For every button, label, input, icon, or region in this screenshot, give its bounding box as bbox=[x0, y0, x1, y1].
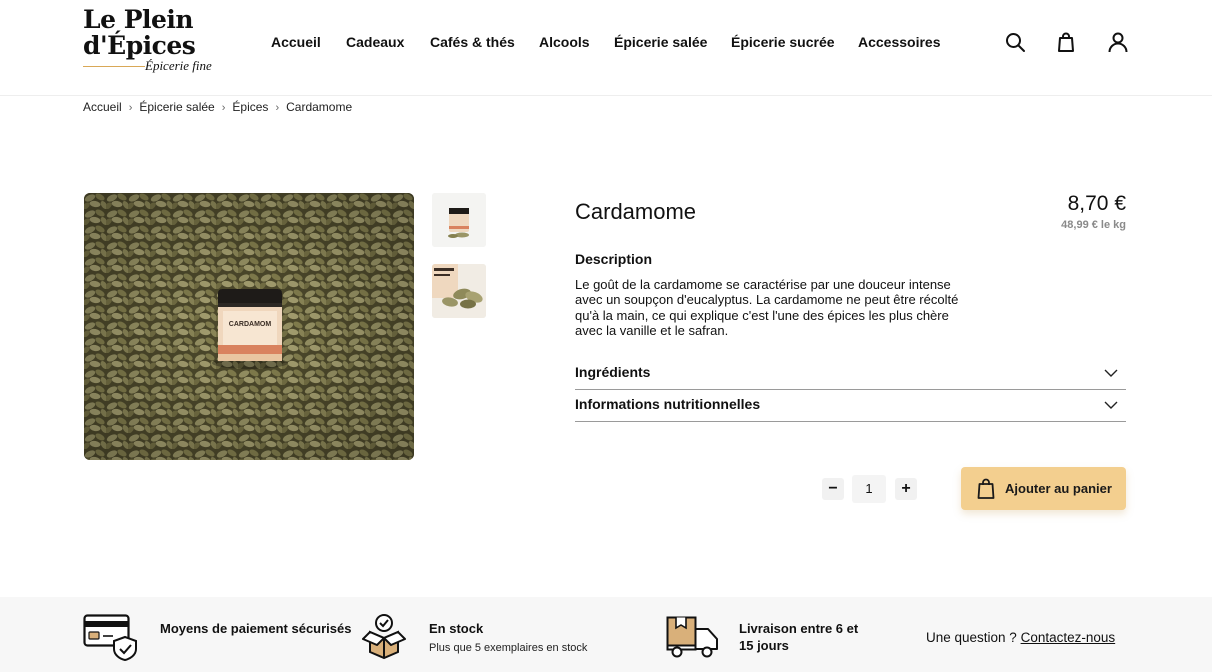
feature-stock-subtitle: Plus que 5 exemplaires en stock bbox=[429, 642, 588, 654]
add-to-cart-label: Ajouter au panier bbox=[1005, 481, 1112, 496]
chevron-down-icon bbox=[1104, 369, 1118, 377]
nav-item-epicerie-sucree[interactable]: Épicerie sucrée bbox=[731, 34, 835, 50]
search-icon[interactable] bbox=[1003, 30, 1027, 54]
contact-question: Une question ? bbox=[926, 630, 1017, 645]
shopping-bag-icon bbox=[977, 478, 995, 499]
breadcrumb-separator: › bbox=[221, 102, 226, 114]
contact-prompt: Une question ? Contactez-nous bbox=[926, 630, 1115, 645]
breadcrumb-item-accueil[interactable]: Accueil bbox=[83, 100, 122, 114]
accordion-ingredients[interactable]: Ingrédients bbox=[575, 358, 1126, 390]
jar-label: CARDAMOM bbox=[229, 321, 272, 328]
product-thumbnail-1[interactable] bbox=[432, 193, 486, 247]
brand-tagline: Épicerie fine bbox=[145, 58, 212, 73]
product-main-image[interactable]: CARDAMOM bbox=[84, 193, 414, 460]
breadcrumb: Accueil › Épicerie salée › Épices › Cardamome bbox=[83, 100, 352, 116]
jar-thumbnail-image bbox=[432, 193, 486, 247]
nav-item-alcools[interactable]: Alcools bbox=[539, 34, 590, 50]
contact-link[interactable]: Contactez-nous bbox=[1021, 630, 1116, 645]
accordion-nutrition[interactable]: Informations nutritionnelles bbox=[575, 390, 1126, 422]
shopping-bag-icon[interactable] bbox=[1054, 30, 1078, 54]
chevron-down-icon bbox=[1104, 401, 1118, 409]
pods-closeup-thumbnail-image bbox=[432, 264, 486, 318]
accordion-nutrition-label: Informations nutritionnelles bbox=[575, 396, 761, 412]
credit-card-shield-icon bbox=[83, 614, 137, 661]
cardamom-pods-image: CARDAMOM bbox=[84, 193, 414, 460]
quantity-increment-button[interactable]: + bbox=[895, 478, 917, 500]
accordion-ingredients-label: Ingrédients bbox=[575, 364, 651, 380]
product-price: 8,70 € bbox=[1067, 192, 1126, 215]
quantity-decrement-button[interactable]: − bbox=[822, 478, 844, 500]
feature-payment-title: Moyens de paiement sécurisés bbox=[160, 621, 352, 636]
product-thumbnail-2[interactable] bbox=[432, 264, 486, 318]
delivery-truck-icon bbox=[666, 616, 718, 658]
breadcrumb-item-epices[interactable]: Épices bbox=[232, 100, 268, 114]
description-heading: Description bbox=[575, 251, 653, 267]
breadcrumb-item-epicerie-salee[interactable]: Épicerie salée bbox=[139, 100, 214, 114]
nav-item-cadeaux[interactable]: Cadeaux bbox=[346, 34, 404, 50]
nav-item-accueil[interactable]: Accueil bbox=[271, 34, 321, 50]
product-title: Cardamome bbox=[575, 199, 697, 224]
breadcrumb-separator: › bbox=[128, 102, 133, 114]
nav-item-cafes-thes[interactable]: Cafés & thés bbox=[430, 34, 515, 50]
main-nav: Accueil Cadeaux Cafés & thés Alcools Épi… bbox=[0, 34, 1212, 54]
description-text: Le goût de la cardamome se caractérise p… bbox=[575, 277, 959, 338]
feature-stock-title: En stock bbox=[429, 621, 484, 636]
add-to-cart-button[interactable]: Ajouter au panier bbox=[961, 467, 1126, 510]
breadcrumb-separator: › bbox=[275, 102, 280, 114]
nav-item-accessoires[interactable]: Accessoires bbox=[858, 34, 941, 50]
price-per-kg: 48,99 € le kg bbox=[1061, 219, 1126, 231]
breadcrumb-item-current: Cardamome bbox=[286, 100, 353, 114]
quantity-input[interactable]: 1 bbox=[852, 475, 886, 503]
feature-delivery-title: Livraison entre 6 et 15 jours bbox=[739, 621, 859, 653]
nav-item-epicerie-salee[interactable]: Épicerie salée bbox=[614, 34, 707, 50]
logo-rule bbox=[83, 66, 145, 67]
brand-line1: Le Plein bbox=[83, 5, 194, 34]
user-icon[interactable] bbox=[1106, 30, 1130, 54]
box-check-icon bbox=[362, 614, 406, 660]
site-header: Le Plein d'Épices Épicerie fine Accueil … bbox=[0, 0, 1212, 96]
